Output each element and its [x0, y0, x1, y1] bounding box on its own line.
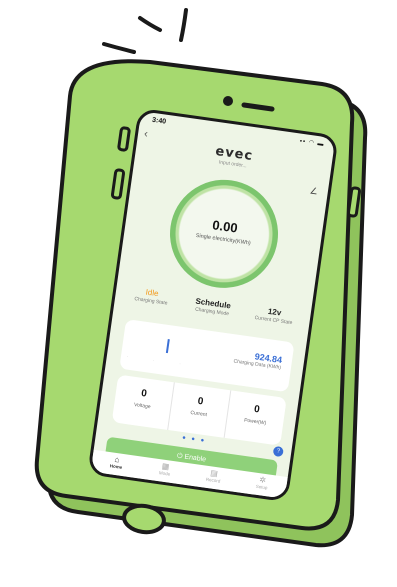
- status-time: 3:40: [151, 116, 167, 126]
- voltage-metric: 0 Voltage: [111, 374, 175, 430]
- current-metric: 0 Current: [168, 382, 232, 438]
- cp-state: 12v Current CP State: [243, 304, 305, 328]
- scale-labels: · · ·: [126, 353, 193, 368]
- camera-icon: [223, 96, 233, 106]
- power-icon: ⏻: [176, 452, 183, 461]
- tab-setup[interactable]: ✲ Setup: [236, 470, 288, 499]
- charging-data: 924.84 Charging Data (KWh): [233, 349, 283, 371]
- level-indicator: [165, 339, 170, 354]
- motion-line: [138, 16, 162, 32]
- edit-icon[interactable]: ∠: [309, 185, 318, 197]
- motion-line: [179, 8, 188, 42]
- charging-state: Idle Charging State: [121, 284, 183, 308]
- charging-mode[interactable]: Schedule Charging Mode: [182, 295, 244, 319]
- side-button: [117, 126, 131, 152]
- help-badge[interactable]: ?: [272, 445, 284, 458]
- motion-line: [102, 42, 136, 54]
- power-metric: 0 Power(W): [225, 390, 287, 445]
- status-icons: ▪▪ ◠ ▬: [299, 138, 325, 148]
